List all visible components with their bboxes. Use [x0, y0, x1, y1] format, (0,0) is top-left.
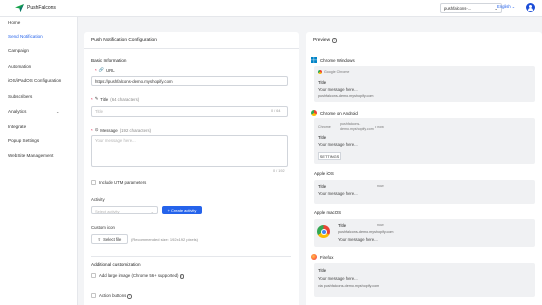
pencil-icon: ✎	[94, 96, 99, 101]
message-label: * ⊙ Message (192 characters)	[91, 127, 152, 133]
chrome-icon	[318, 70, 322, 74]
android-settings-button[interactable]: SETTINGS	[318, 152, 341, 160]
sidebar-item-automation[interactable]: Automation	[8, 64, 31, 69]
store-select-value: pushfalcons-...	[444, 5, 472, 11]
platform-apple-macos: Apple macOS	[314, 210, 342, 215]
sidebar-item-analytics[interactable]: Analytics	[8, 109, 26, 114]
sidebar: Home Send Notification Campaign Automati…	[0, 17, 78, 305]
chrome-windows-browser: Google Chrome	[318, 70, 349, 74]
chrome-windows-url: pushfalcons-demo.myshopify.com	[318, 94, 374, 98]
chrome-android-time: • now	[375, 125, 384, 129]
chevron-down-icon: ⌄	[150, 208, 154, 214]
chrome-windows-message: Your message here...	[318, 87, 358, 92]
sidebar-item-ios-configuration[interactable]: iOS/iPadOS Configuration	[8, 78, 61, 83]
chrome-android-source: pushfalcons-demo.myshopify.com	[340, 122, 374, 131]
app-logo[interactable]: PushFalcons	[15, 4, 56, 12]
select-file-button[interactable]: ⇪ Select file	[91, 234, 128, 244]
apple-macos-time: now	[377, 223, 384, 227]
utm-label: Include UTM parameters	[99, 180, 147, 185]
info-icon[interactable]: i	[127, 294, 132, 299]
message-textarea[interactable]	[91, 135, 288, 167]
firefox-title: Title	[318, 268, 327, 273]
user-avatar-icon[interactable]	[526, 3, 535, 12]
sidebar-item-home[interactable]: Home	[8, 20, 20, 25]
message-icon: ⊙	[94, 127, 99, 132]
firefox-url: via pushfalcons-demo.myshopify.com	[318, 284, 380, 288]
platform-apple-ios: Apple iOS	[314, 171, 334, 176]
activity-select[interactable]: Select activity ⌄	[91, 206, 158, 214]
preview-heading: Preview i	[313, 38, 337, 43]
message-counter: 0 / 192	[273, 169, 285, 173]
icon-size-hint: (Recommended size: 192x192 pixels)	[131, 237, 198, 242]
sidebar-item-campaign[interactable]: Campaign	[8, 48, 29, 53]
apple-macos-url: pushfalcons-demo.myshopify.com	[338, 230, 394, 234]
title-counter: 0 / 64	[271, 109, 281, 113]
chrome-logo-icon	[317, 225, 330, 238]
top-bar: PushFalcons pushfalcons-... ⌄ English ⌄	[0, 0, 542, 17]
sidebar-item-send-notification[interactable]: Send Notification	[8, 34, 43, 39]
paper-plane-icon	[15, 4, 24, 12]
windows-icon	[311, 57, 317, 63]
custom-icon-label: Custom icon	[91, 225, 115, 230]
language-value: English	[497, 4, 511, 9]
firefox-message: Your message here...	[318, 276, 358, 281]
upload-icon: ⇪	[97, 236, 102, 242]
activity-label: Activity	[91, 197, 105, 202]
chrome-android-message: Your message here...	[318, 142, 358, 147]
chrome-android-browser: Chrome	[318, 125, 331, 129]
chevron-down-icon: ⌄	[511, 4, 516, 9]
app-name: PushFalcons	[27, 5, 56, 11]
basic-info-heading: Basic Information	[91, 58, 127, 63]
chrome-windows-title: Title	[318, 80, 327, 85]
action-buttons-checkbox[interactable]	[91, 293, 96, 298]
chevron-down-icon[interactable]: ⌄	[56, 109, 59, 114]
chrome-android-title: Title	[318, 135, 327, 140]
utm-checkbox[interactable]	[91, 180, 96, 185]
language-select[interactable]: English ⌄	[497, 4, 515, 9]
platform-chrome-android: Chrome on Android	[311, 110, 358, 116]
action-buttons-label: Action buttons i	[99, 293, 132, 299]
sidebar-item-website-management[interactable]: WebSite Management	[8, 153, 53, 158]
apple-macos-message: Your message here...	[338, 237, 378, 242]
apple-macos-title: Title	[338, 223, 347, 228]
large-image-label: Add large image (Chrome 56+ supported) i	[99, 273, 185, 279]
apple-ios-title: Title	[318, 184, 327, 189]
chrome-icon	[311, 110, 317, 116]
page-title: Push Notification Configuration	[91, 38, 157, 43]
firefox-icon	[311, 254, 317, 260]
divider	[91, 256, 291, 257]
activity-select-placeholder: Select activity	[95, 208, 120, 214]
create-activity-button[interactable]: + Create activity	[162, 206, 202, 214]
apple-ios-time: now	[377, 184, 384, 188]
info-icon[interactable]: i	[179, 274, 185, 279]
title-input[interactable]	[91, 106, 288, 117]
link-icon: 🔗	[98, 67, 105, 72]
store-select[interactable]: pushfalcons-... ⌄	[440, 3, 502, 13]
large-image-checkbox[interactable]	[91, 273, 96, 278]
platform-firefox: Firefox	[311, 254, 333, 260]
additional-customization-heading: Additional customization	[91, 262, 141, 267]
url-label: * 🔗 URL	[95, 67, 115, 73]
sidebar-item-integrate[interactable]: Integrate	[8, 124, 26, 129]
url-input[interactable]	[91, 76, 288, 86]
info-icon[interactable]: i	[332, 38, 337, 43]
title-label: * ✎ Title (64 characters)	[91, 96, 140, 102]
platform-chrome-windows: Chrome Windows	[311, 57, 355, 63]
sidebar-item-subscribers[interactable]: Subscribers	[8, 94, 32, 99]
sidebar-item-popup-settings[interactable]: Popup Settings	[8, 138, 39, 143]
divider	[84, 48, 299, 49]
apple-ios-message: Your message here...	[318, 191, 358, 196]
select-file-label: Select file	[103, 236, 122, 242]
